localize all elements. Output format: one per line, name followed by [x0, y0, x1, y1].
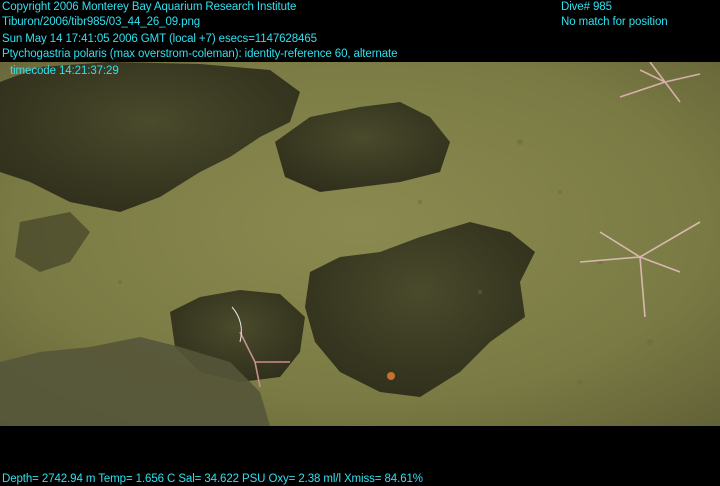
dive-number-text: Dive# 985: [561, 1, 612, 13]
position-status-text: No match for position: [561, 16, 668, 28]
sensor-readout-text: Depth= 2742.94 m Temp= 1.656 C Sal= 34.6…: [2, 473, 423, 485]
video-frame: Copyright 2006 Monterey Bay Aquarium Res…: [0, 0, 720, 486]
file-path-text: Tiburon/2006/tibr985/03_44_26_09.png: [2, 16, 201, 28]
timecode-text: timecode 14:21:37:29: [10, 65, 119, 77]
annotation-text: Ptychogastria polaris (max overstrom-col…: [2, 48, 398, 60]
ptychogastria-polaris: [387, 372, 395, 380]
datetime-text: Sun May 14 17:41:05 2006 GMT (local +7) …: [2, 33, 317, 45]
copyright-text: Copyright 2006 Monterey Bay Aquarium Res…: [2, 1, 297, 13]
seafloor-scene: [0, 62, 720, 426]
